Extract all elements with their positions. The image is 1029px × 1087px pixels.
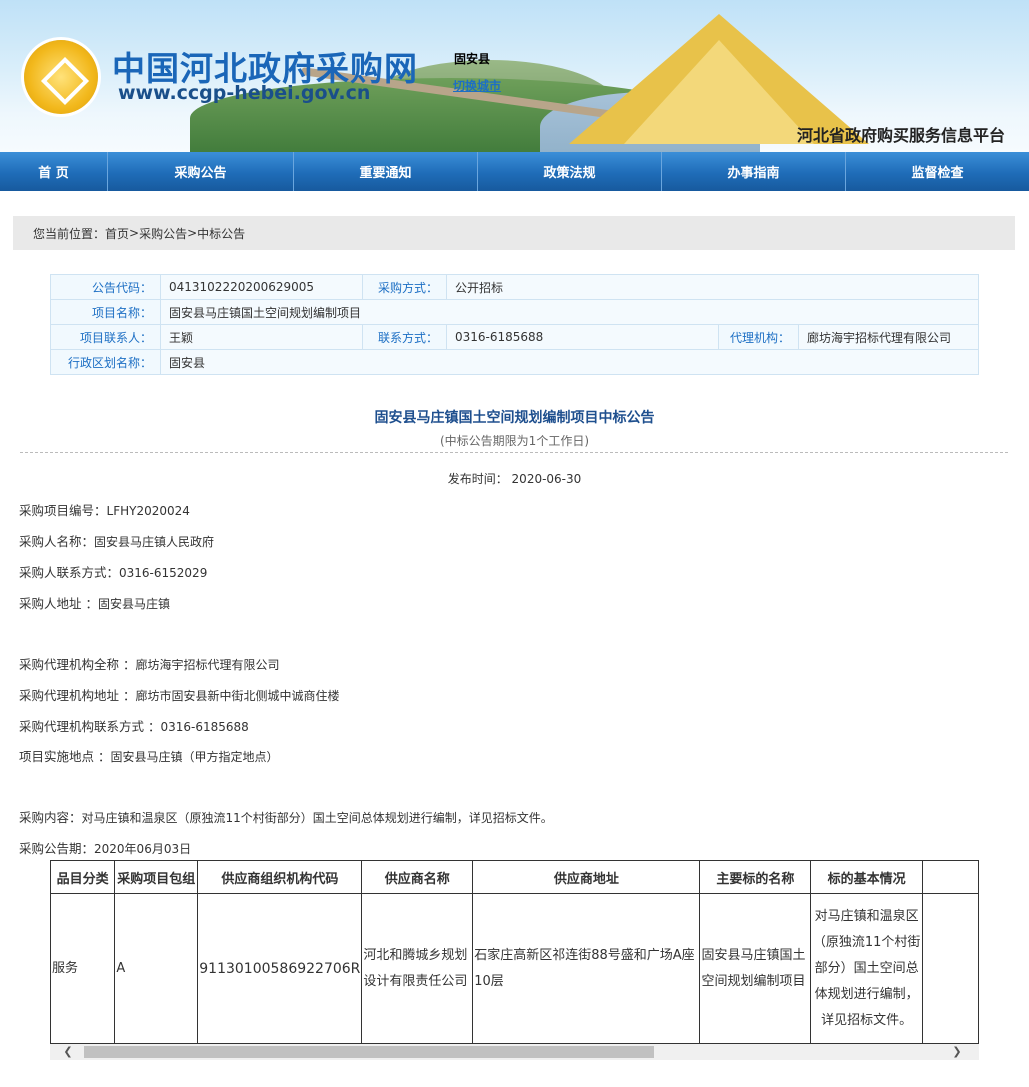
header-category: 品目分类 [50, 860, 116, 894]
agency-label: 代理机构： [718, 324, 799, 350]
cell-item: 固安县马庄镇国土空间规划编制项目 [699, 893, 812, 1044]
publish-time: 发布时间： 2020-06-30 [0, 470, 1029, 487]
nav-home[interactable]: 首 页 [0, 152, 108, 191]
header-extra [921, 860, 979, 894]
site-url: www.ccgp-hebei.gov.cn [118, 82, 371, 104]
main-nav: 首 页 采购公告 重要通知 政策法规 办事指南 监督检查 [0, 152, 1029, 191]
cell-org-code: 91130100586922706R [197, 893, 363, 1044]
region-label: 行政区划名称： [50, 349, 161, 375]
agency-value: 廊坊海宇招标代理有限公司 [798, 324, 979, 350]
method-value: 公开招标 [446, 274, 979, 300]
detail-key: 采购内容： [19, 810, 82, 825]
header-org-code: 供应商组织机构代码 [197, 860, 363, 894]
detail-value: LFHY2020024 [106, 504, 190, 518]
publish-date: 2020-06-30 [511, 472, 582, 486]
detail-line: 采购公告期：2020年06月03日 [19, 838, 191, 857]
detail-key: 采购公告期： [19, 841, 95, 856]
breadcrumb-home[interactable]: 首页 [105, 225, 129, 242]
detail-line: 采购人地址 ：固安县马庄镇 [19, 593, 170, 612]
detail-line: 采购代理机构联系方式 ：0316-6185688 [19, 716, 249, 735]
cell-desc: 对马庄镇和温泉区（原独流11个村街部分）国土空间总体规划进行编制，详见招标文件。 [810, 893, 923, 1044]
method-label: 采购方式： [362, 274, 447, 300]
nav-guide[interactable]: 办事指南 [662, 152, 846, 191]
announcement-info-table: 公告代码： 0413102220200629005 采购方式： 公开招标 项目名… [50, 274, 979, 375]
nav-procurement-notices[interactable]: 采购公告 [108, 152, 294, 191]
detail-key: 采购人地址 ： [19, 596, 98, 611]
detail-key: 采购代理机构联系方式 ： [19, 719, 161, 734]
detail-value: 固安县马庄镇人民政府 [94, 535, 215, 549]
detail-value: 2020年06月03日 [94, 842, 192, 856]
detail-value: 0316-6185688 [160, 720, 249, 734]
detail-value: 廊坊市固安县新中街北侧城中诚商住楼 [135, 689, 340, 703]
detail-value: 廊坊海宇招标代理有限公司 [135, 658, 280, 672]
announcement-subtitle: (中标公告期限为1个工作日) [440, 434, 589, 448]
detail-line: 项目实施地点 ：固安县马庄镇（甲方指定地点） [19, 746, 279, 765]
nav-important-notices[interactable]: 重要通知 [294, 152, 478, 191]
detail-value: 固安县马庄镇（甲方指定地点） [110, 750, 279, 764]
breadcrumb-current: 中标公告 [197, 226, 246, 241]
gold-pyramid-graphic [624, 40, 814, 144]
header-item: 主要标的名称 [699, 860, 812, 894]
table-row: 服务 A 91130100586922706R 河北和腾城乡规划设计有限责任公司… [50, 893, 979, 1044]
detail-key: 采购代理机构全称 ： [19, 657, 136, 672]
contact-value: 王颖 [160, 324, 363, 350]
cell-category: 服务 [50, 893, 116, 1044]
phone-value: 0316-6185688 [446, 324, 719, 350]
project-value: 固安县马庄镇国土空间规划编制项目 [160, 299, 979, 325]
scroll-right-icon[interactable]: ❯ [949, 1044, 965, 1060]
current-city: 固安县 [454, 52, 491, 66]
breadcrumb-separator: > [187, 226, 198, 240]
phone-label: 联系方式： [362, 324, 447, 350]
header-desc: 标的基本情况 [810, 860, 923, 894]
cell-address: 石家庄高新区祁连街88号盛和广场A座10层 [472, 893, 701, 1044]
breadcrumb: 您当前位置： 首页 > 采购公告 > 中标公告 [13, 216, 1015, 250]
region-value: 固安县 [160, 349, 979, 375]
nav-supervision[interactable]: 监督检查 [846, 152, 1029, 191]
detail-value: 0316-6152029 [119, 566, 208, 580]
header-banner: 中国河北政府采购网 www.ccgp-hebei.gov.cn 固安县 切换城市… [0, 0, 1029, 152]
breadcrumb-section[interactable]: 采购公告 [139, 225, 187, 242]
cell-package: A [114, 893, 199, 1044]
header-address: 供应商地址 [472, 860, 701, 894]
project-label: 项目名称： [50, 299, 161, 325]
cell-supplier: 河北和腾城乡规划设计有限责任公司 [361, 893, 474, 1044]
breadcrumb-separator: > [129, 226, 140, 240]
header-supplier: 供应商名称 [361, 860, 474, 894]
detail-line: 采购人名称：固安县马庄镇人民政府 [19, 531, 214, 550]
result-table-scroll[interactable]: 品目分类 采购项目包组 供应商组织机构代码 供应商名称 供应商地址 主要标的名称… [50, 860, 979, 1060]
announcement-title: 固安县马庄镇国土空间规划编制项目中标公告 [374, 410, 655, 426]
breadcrumb-prefix: 您当前位置： [33, 226, 106, 241]
detail-line: 采购人联系方式：0316-6152029 [19, 562, 207, 581]
publish-label: 发布时间： [447, 472, 508, 486]
header-package: 采购项目包组 [114, 860, 199, 894]
cell-extra [921, 893, 979, 1044]
scroll-thumb[interactable] [84, 1046, 654, 1058]
platform-name: 河北省政府购买服务信息平台 [796, 126, 1005, 145]
divider [20, 452, 1008, 453]
nav-policies[interactable]: 政策法规 [478, 152, 662, 191]
detail-line: 采购代理机构地址 ：廊坊市固安县新中街北侧城中诚商住楼 [19, 685, 340, 704]
detail-key: 项目实施地点 ： [19, 749, 111, 764]
detail-key: 采购项目编号： [19, 503, 107, 518]
detail-line: 采购代理机构全称 ：廊坊海宇招标代理有限公司 [19, 654, 280, 673]
scroll-left-icon[interactable]: ❮ [60, 1044, 76, 1060]
code-label: 公告代码： [50, 274, 161, 300]
detail-key: 采购人名称： [19, 534, 95, 549]
horizontal-scrollbar[interactable]: ❮ ❯ [50, 1044, 979, 1060]
result-table: 品目分类 采购项目包组 供应商组织机构代码 供应商名称 供应商地址 主要标的名称… [50, 860, 979, 1044]
contact-label: 项目联系人： [50, 324, 161, 350]
detail-key: 采购代理机构地址 ： [19, 688, 136, 703]
switch-city-link[interactable]: 切换城市 [453, 77, 501, 94]
code-value: 0413102220200629005 [160, 274, 363, 300]
detail-key: 采购人联系方式： [19, 565, 120, 580]
detail-value: 对马庄镇和温泉区（原独流11个村街部分）国土空间总体规划进行编制，详见招标文件。 [81, 811, 553, 825]
detail-value: 固安县马庄镇 [97, 597, 170, 611]
detail-line: 采购内容：对马庄镇和温泉区（原独流11个村街部分）国土空间总体规划进行编制，详见… [19, 807, 553, 826]
detail-line: 采购项目编号：LFHY2020024 [19, 500, 190, 519]
